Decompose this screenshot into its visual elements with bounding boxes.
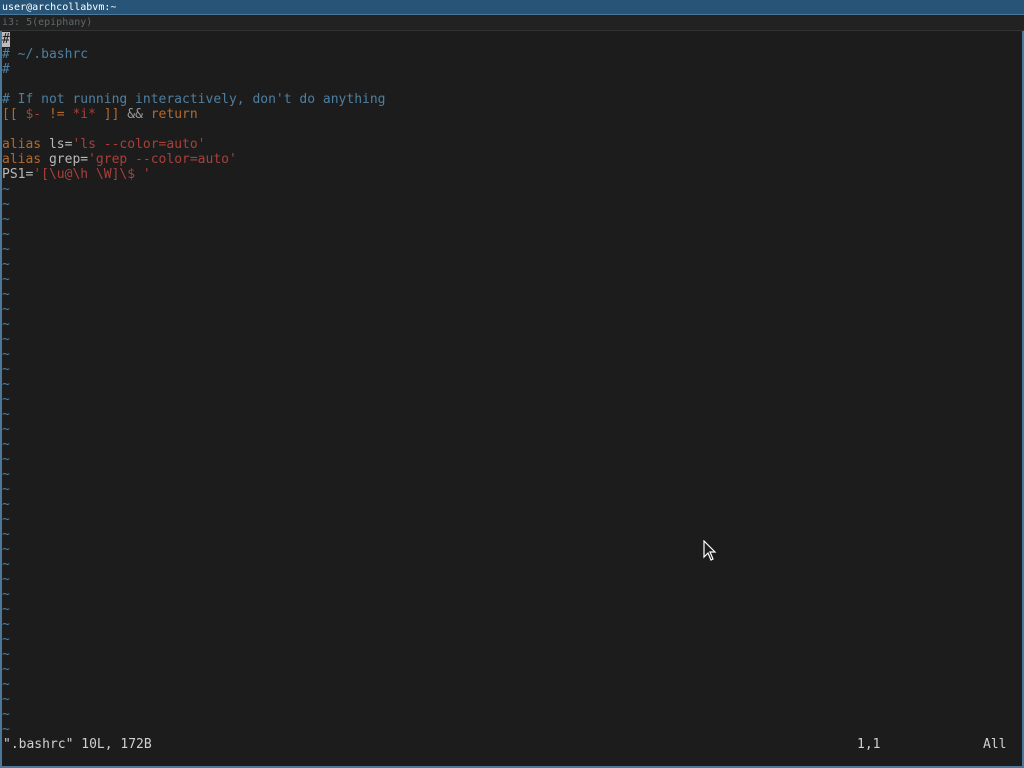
empty-line-tilde: ~: [2, 527, 10, 542]
empty-line-tilde: ~: [2, 692, 10, 707]
empty-line-tilde: ~: [2, 377, 10, 392]
empty-line-tilde: ~: [2, 647, 10, 662]
buffer-line[interactable]: #: [2, 32, 10, 47]
buffer-line[interactable]: [[ $- != *i* ]] && return: [2, 107, 198, 122]
empty-line-tilde: ~: [2, 347, 10, 362]
empty-line-tilde: ~: [2, 572, 10, 587]
empty-line-tilde: ~: [2, 557, 10, 572]
empty-line-tilde: ~: [2, 212, 10, 227]
empty-line-tilde: ~: [2, 467, 10, 482]
code-token: 'ls --color=auto': [72, 137, 206, 152]
empty-line-tilde: ~: [2, 512, 10, 527]
workspace-tab-label: i3: 5(epiphany): [2, 17, 93, 28]
empty-line-tilde: ~: [2, 422, 10, 437]
empty-line-tilde: ~: [2, 362, 10, 377]
empty-line-tilde: ~: [2, 332, 10, 347]
empty-line-tilde: ~: [2, 497, 10, 512]
workspace-tab-bar[interactable]: i3: 5(epiphany): [0, 15, 1024, 31]
scroll-position: All: [983, 737, 1007, 752]
code-token: PS1=: [2, 167, 34, 182]
empty-line-tilde: ~: [2, 437, 10, 452]
empty-line-tilde: ~: [2, 542, 10, 557]
empty-line-tilde: ~: [2, 392, 10, 407]
file-info: ".bashrc" 10L, 172B: [3, 737, 152, 752]
buffer-line[interactable]: PS1='[\u@\h \W]\$ ': [2, 167, 151, 182]
code-token: ]]: [95, 107, 128, 122]
code-token: ls=: [41, 137, 73, 152]
empty-line-tilde: ~: [2, 722, 10, 737]
empty-line-tilde: ~: [2, 287, 10, 302]
code-token: 'grep --color=auto': [88, 152, 237, 167]
empty-line-tilde: ~: [2, 677, 10, 692]
empty-line-tilde: ~: [2, 272, 10, 287]
empty-line-tilde: ~: [2, 257, 10, 272]
code-token: alias: [2, 152, 42, 167]
empty-line-tilde: ~: [2, 617, 10, 632]
text-cursor: #: [2, 32, 10, 47]
empty-line-tilde: ~: [2, 452, 10, 467]
buffer-line[interactable]: # If not running interactively, don't do…: [2, 92, 386, 107]
mouse-pointer-icon: [703, 540, 717, 561]
code-token: return: [142, 107, 198, 122]
window-title: user@archcollabvm:~: [2, 2, 117, 13]
empty-line-tilde: ~: [2, 242, 10, 257]
buffer-line[interactable]: # ~/.bashrc: [2, 47, 88, 62]
empty-line-tilde: ~: [2, 482, 10, 497]
window-titlebar[interactable]: user@archcollabvm:~: [0, 0, 1024, 15]
empty-line-tilde: ~: [2, 602, 10, 617]
empty-line-tilde: ~: [2, 632, 10, 647]
empty-line-tilde: ~: [2, 302, 10, 317]
vim-status-line: ".bashrc" 10L, 172B 1,1 All: [0, 737, 1024, 753]
code-token: [[: [2, 107, 26, 122]
empty-line-tilde: ~: [2, 662, 10, 677]
code-token: #: [2, 62, 10, 77]
code-token: $-: [25, 107, 42, 122]
code-token: '[\u@\h \W]\$ ': [33, 167, 151, 182]
buffer-line[interactable]: alias ls='ls --color=auto': [2, 137, 206, 152]
empty-line-tilde: ~: [2, 587, 10, 602]
code-token: # If not running interactively, don't do…: [2, 92, 386, 107]
cursor-position: 1,1: [857, 737, 881, 752]
code-token: # ~/.bashrc: [2, 47, 89, 62]
empty-line-tilde: ~: [2, 182, 10, 197]
code-token: grep=: [41, 152, 89, 167]
empty-line-tilde: ~: [2, 707, 10, 722]
empty-line-tilde: ~: [2, 227, 10, 242]
buffer-line[interactable]: alias grep='grep --color=auto': [2, 152, 237, 167]
empty-line-tilde: ~: [2, 317, 10, 332]
code-token: !=: [41, 107, 73, 122]
code-token: alias: [2, 137, 42, 152]
empty-line-tilde: ~: [2, 407, 10, 422]
buffer-line[interactable]: #: [2, 62, 10, 77]
code-token: &&: [127, 107, 143, 122]
code-token: *i*: [72, 107, 96, 122]
vim-editor-area[interactable]: # # ~/.bashrc # # If not running interactiv…: [2, 32, 1020, 737]
empty-line-tilde: ~: [2, 197, 10, 212]
